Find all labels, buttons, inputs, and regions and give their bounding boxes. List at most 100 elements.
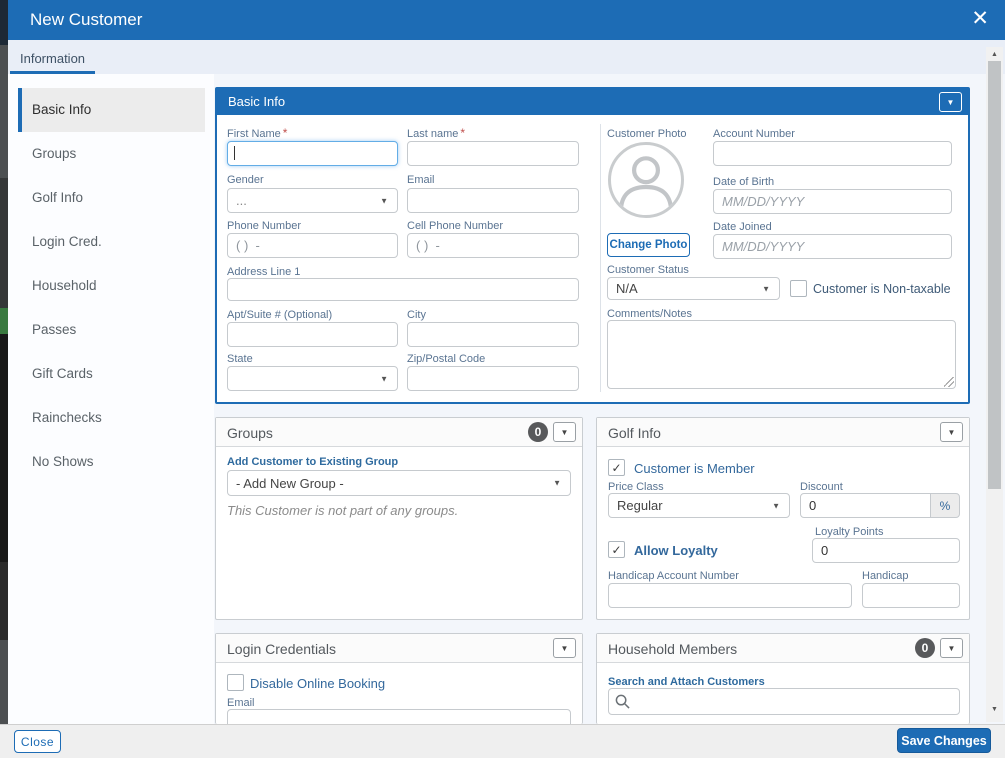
apt-suite-label: Apt/Suite # (Optional) — [227, 309, 332, 321]
non-taxable-label[interactable]: Customer is Non-taxable — [813, 282, 951, 296]
comments-label: Comments/Notes — [607, 308, 692, 320]
allow-loyalty-checkbox[interactable]: ✓ — [608, 541, 625, 558]
chevron-down-icon: ▼ — [947, 98, 955, 107]
login-credentials-panel-title: Login Credentials — [227, 641, 336, 657]
customer-search-input[interactable] — [635, 694, 959, 709]
state-label: State — [227, 353, 253, 365]
sidebar-item-household[interactable]: Household — [18, 264, 205, 308]
change-photo-button[interactable]: Change Photo — [607, 233, 690, 257]
price-class-label: Price Class — [608, 481, 664, 493]
disable-online-booking-checkbox[interactable] — [227, 674, 244, 691]
handicap-label: Handicap — [862, 570, 908, 582]
login-credentials-panel-header: Login Credentials ▼ — [216, 634, 582, 663]
golf-info-panel-title: Golf Info — [608, 425, 661, 441]
golf-info-collapse-button[interactable]: ▼ — [940, 422, 963, 442]
sidebar-item-gift-cards[interactable]: Gift Cards — [18, 352, 205, 396]
state-select[interactable]: ▼ — [227, 366, 398, 391]
discount-input[interactable] — [800, 493, 931, 518]
handicap-account-input[interactable] — [608, 583, 852, 608]
handicap-input[interactable] — [862, 583, 960, 608]
date-joined-input[interactable] — [713, 234, 952, 259]
groups-panel: Groups 0 ▼ — [215, 417, 583, 620]
last-name-input[interactable] — [407, 141, 579, 166]
loyalty-points-input[interactable] — [812, 538, 960, 563]
check-icon: ✓ — [611, 461, 621, 475]
date-joined-label: Date Joined — [713, 221, 772, 233]
dob-input[interactable] — [713, 189, 952, 214]
required-icon: * — [283, 126, 288, 140]
chevron-down-icon: ▼ — [762, 284, 770, 293]
customer-status-label: Customer Status — [607, 264, 689, 276]
zip-input[interactable] — [407, 366, 579, 391]
gender-select[interactable]: ... ▼ — [227, 188, 398, 213]
first-name-input[interactable] — [227, 141, 398, 166]
customer-search-box[interactable] — [608, 688, 960, 715]
cell-phone-input[interactable] — [407, 233, 579, 258]
chevron-down-icon: ▼ — [948, 428, 956, 437]
avatar-placeholder-icon — [611, 145, 681, 215]
address1-input[interactable] — [227, 278, 579, 301]
chevron-down-icon: ▼ — [553, 479, 561, 488]
household-collapse-button[interactable]: ▼ — [940, 638, 963, 658]
chevron-down-icon: ▼ — [380, 374, 388, 383]
login-credentials-collapse-button[interactable]: ▼ — [553, 638, 576, 658]
email-input[interactable] — [407, 188, 579, 213]
handicap-account-label: Handicap Account Number — [608, 570, 739, 582]
close-icon[interactable]: ✕ — [971, 6, 989, 31]
check-icon: ✓ — [611, 543, 621, 557]
close-button[interactable]: Close — [14, 730, 61, 753]
city-label: City — [407, 309, 426, 321]
chevron-down-icon: ▼ — [561, 644, 569, 653]
vertical-scrollbar[interactable]: ▲ ▼ — [986, 47, 1003, 722]
basic-info-panel-header: Basic Info ▼ — [217, 89, 968, 115]
email-label: Email — [407, 174, 435, 186]
modal-footer: Close Save Changes — [0, 724, 1005, 758]
chevron-down-icon: ▼ — [561, 428, 569, 437]
modal-titlebar: New Customer ✕ — [8, 0, 1005, 40]
login-email-label: Email — [227, 697, 255, 709]
dob-label: Date of Birth — [713, 176, 774, 188]
customer-status-select[interactable]: N/A ▼ — [607, 277, 780, 300]
scrollbar-thumb[interactable] — [988, 61, 1001, 489]
basic-info-collapse-button[interactable]: ▼ — [939, 92, 962, 112]
sidebar-item-login-cred[interactable]: Login Cred. — [18, 220, 205, 264]
golf-info-panel-header: Golf Info ▼ — [597, 418, 969, 447]
phone-input[interactable] — [227, 233, 398, 258]
save-changes-button[interactable]: Save Changes — [897, 728, 991, 753]
member-label[interactable]: Customer is Member — [634, 461, 755, 476]
sidebar-item-golf-info[interactable]: Golf Info — [18, 176, 205, 220]
customer-photo-label: Customer Photo — [607, 128, 686, 140]
avatar — [608, 142, 684, 218]
tab-information[interactable]: Information — [10, 46, 95, 74]
allow-loyalty-label[interactable]: Allow Loyalty — [634, 543, 718, 558]
member-checkbox[interactable]: ✓ — [608, 459, 625, 476]
last-name-label: Last name* — [407, 126, 465, 140]
city-input[interactable] — [407, 322, 579, 347]
sidebar-item-basic-info[interactable]: Basic Info — [18, 88, 205, 132]
add-group-select[interactable]: - Add New Group - ▼ — [227, 470, 571, 496]
sidebar-item-groups[interactable]: Groups — [18, 132, 205, 176]
search-icon — [615, 694, 630, 709]
account-number-input[interactable] — [713, 141, 952, 166]
comments-textarea[interactable] — [607, 320, 956, 389]
modal-title: New Customer — [30, 10, 142, 30]
scroll-up-icon[interactable]: ▲ — [986, 47, 1003, 62]
first-name-label: First Name* — [227, 126, 287, 140]
price-class-select[interactable]: Regular ▼ — [608, 493, 790, 518]
chevron-down-icon: ▼ — [380, 196, 388, 205]
disable-online-booking-label[interactable]: Disable Online Booking — [250, 676, 385, 691]
sidebar-item-passes[interactable]: Passes — [18, 308, 205, 352]
required-icon: * — [460, 126, 465, 140]
loyalty-points-label: Loyalty Points — [815, 526, 883, 538]
sidebar-item-no-shows[interactable]: No Shows — [18, 440, 205, 484]
groups-collapse-button[interactable]: ▼ — [553, 422, 576, 442]
apt-suite-input[interactable] — [227, 322, 398, 347]
sidebar-item-rainchecks[interactable]: Rainchecks — [18, 396, 205, 440]
text-cursor — [234, 146, 235, 160]
basic-info-panel-title: Basic Info — [228, 94, 285, 109]
non-taxable-checkbox[interactable] — [790, 280, 807, 297]
phone-label: Phone Number — [227, 220, 301, 232]
scroll-down-icon[interactable]: ▼ — [986, 702, 1003, 717]
new-customer-modal: New Customer ✕ Information Basic Info Gr… — [0, 0, 1005, 758]
tab-bar: Information — [8, 40, 1005, 74]
